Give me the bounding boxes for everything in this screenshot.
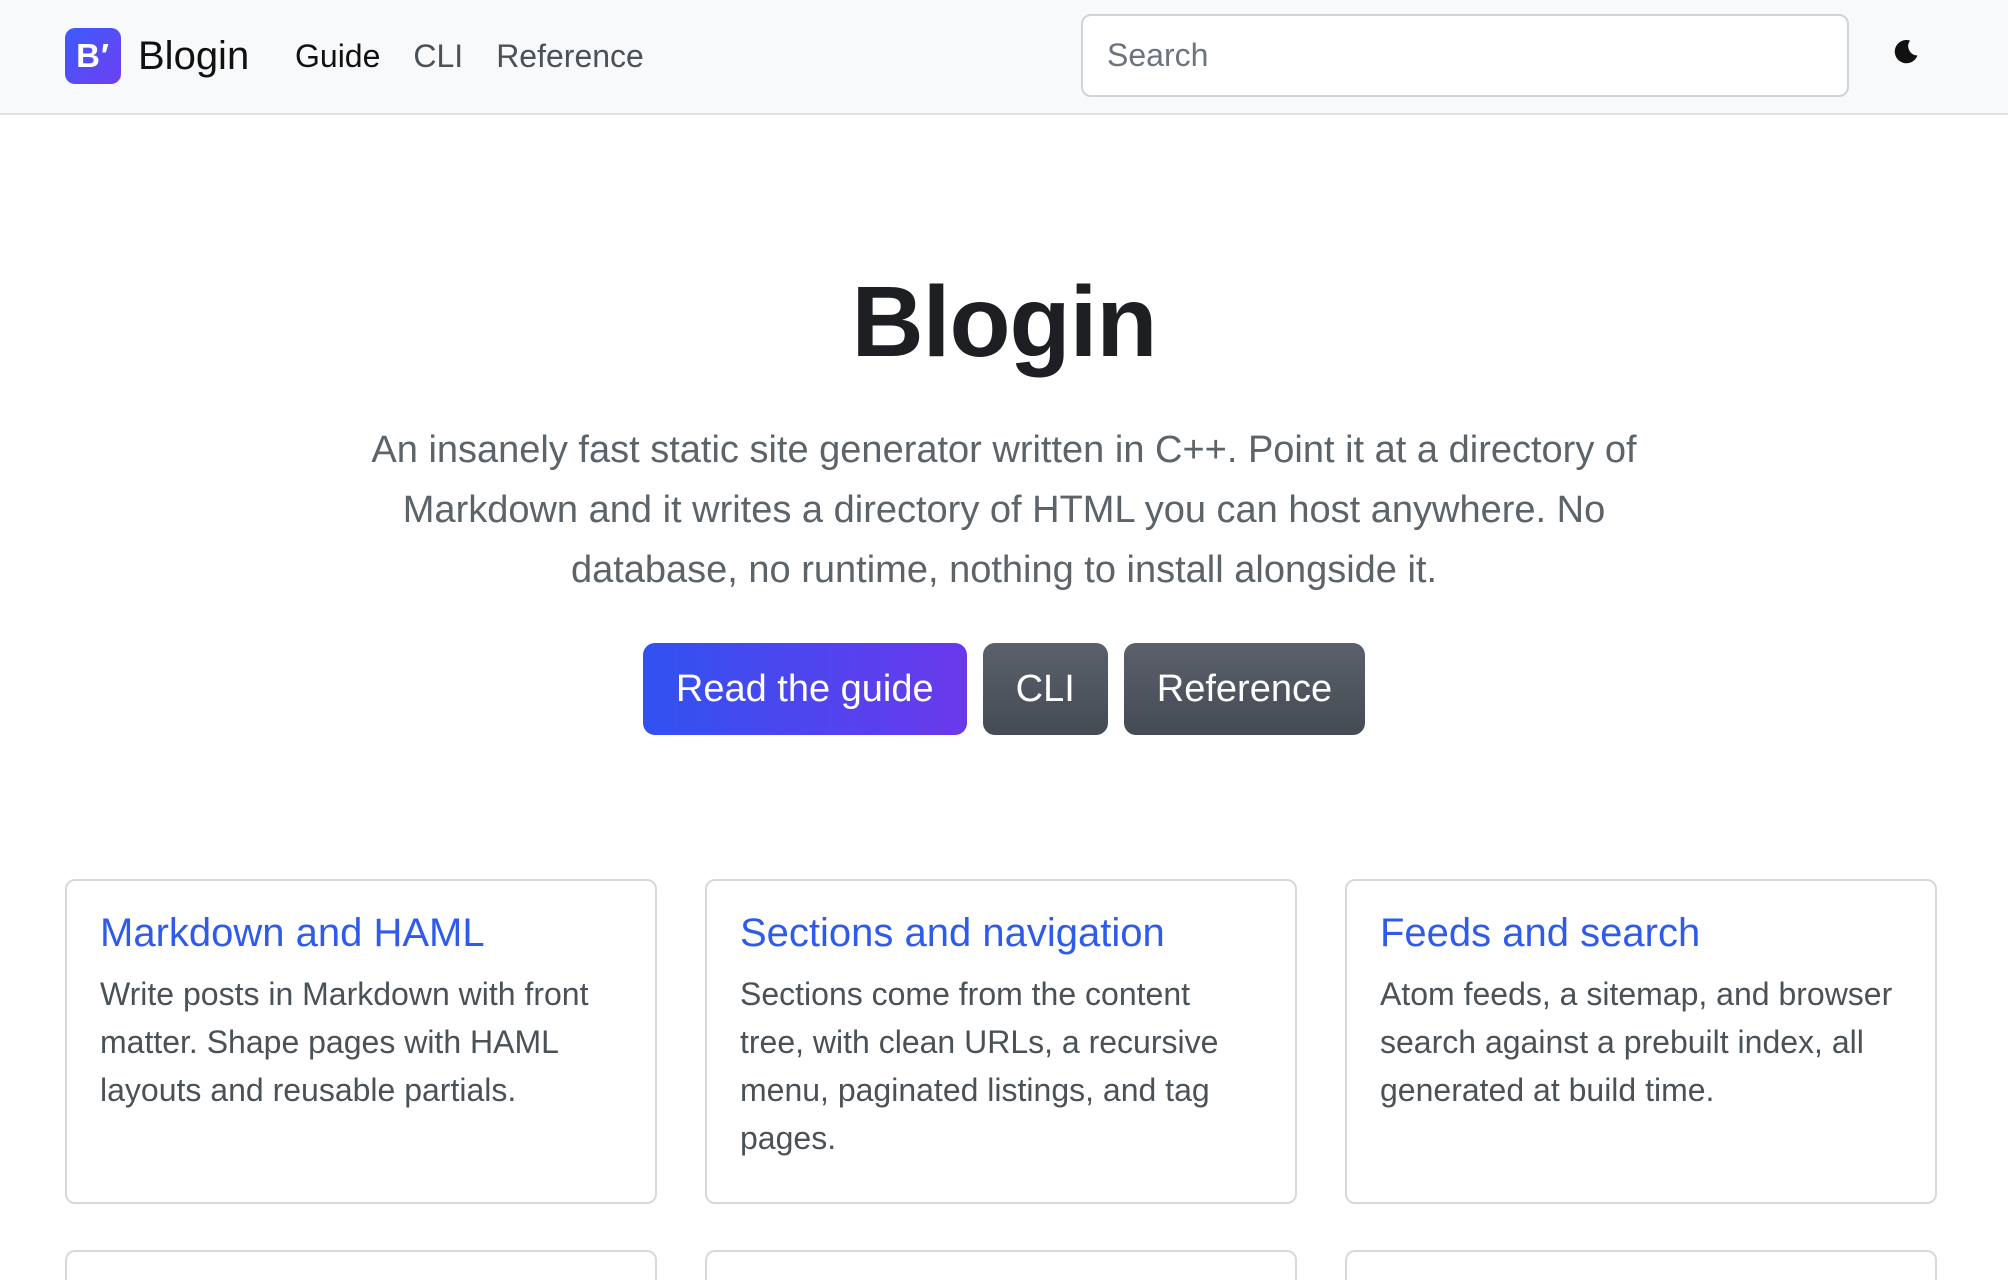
- feature-card-text: Write posts in Markdown with front matte…: [100, 976, 589, 1108]
- feature-card-text: Sections come from the content tree, wit…: [740, 976, 1219, 1156]
- read-guide-button[interactable]: Read the guide: [642, 643, 967, 735]
- brand-logo: B′: [65, 28, 121, 84]
- feature-card-partial: [705, 1250, 1297, 1280]
- navbar: B′ Blogin Guide CLI Reference: [0, 0, 2008, 115]
- feature-card: Feeds and search Atom feeds, a sitemap, …: [1345, 879, 1937, 1204]
- feature-card: Sections and navigation Sections come fr…: [705, 879, 1297, 1204]
- feature-card-partial: [65, 1250, 657, 1280]
- feature-card-title[interactable]: Markdown and HAML: [100, 911, 622, 956]
- theme-toggle-button[interactable]: [1886, 32, 1926, 72]
- nav-link-guide[interactable]: Guide: [295, 38, 380, 75]
- feature-card-title[interactable]: Feeds and search: [1380, 911, 1902, 956]
- nav-link-reference[interactable]: Reference: [496, 38, 644, 75]
- brand-name: Blogin: [138, 33, 250, 78]
- search-input[interactable]: [1081, 14, 1849, 97]
- brand-link[interactable]: B′ Blogin: [65, 28, 249, 84]
- feature-card-text: Atom feeds, a sitemap, and browser searc…: [1380, 976, 1893, 1108]
- cli-button[interactable]: CLI: [982, 643, 1108, 735]
- primary-nav: Guide CLI Reference: [295, 28, 677, 84]
- hero-lead: An insanely fast static site generator w…: [371, 429, 1637, 591]
- reference-button[interactable]: Reference: [1123, 643, 1366, 735]
- moon-icon: [1894, 39, 1918, 64]
- hero-actions: Read the guide CLI Reference: [0, 643, 2008, 735]
- feature-card-partial: [1345, 1250, 1937, 1280]
- nav-link-cli[interactable]: CLI: [413, 38, 463, 75]
- feature-card-title[interactable]: Sections and navigation: [740, 911, 1262, 956]
- feature-card: Markdown and HAML Write posts in Markdow…: [65, 879, 657, 1204]
- hero-title: Blogin: [851, 266, 1157, 378]
